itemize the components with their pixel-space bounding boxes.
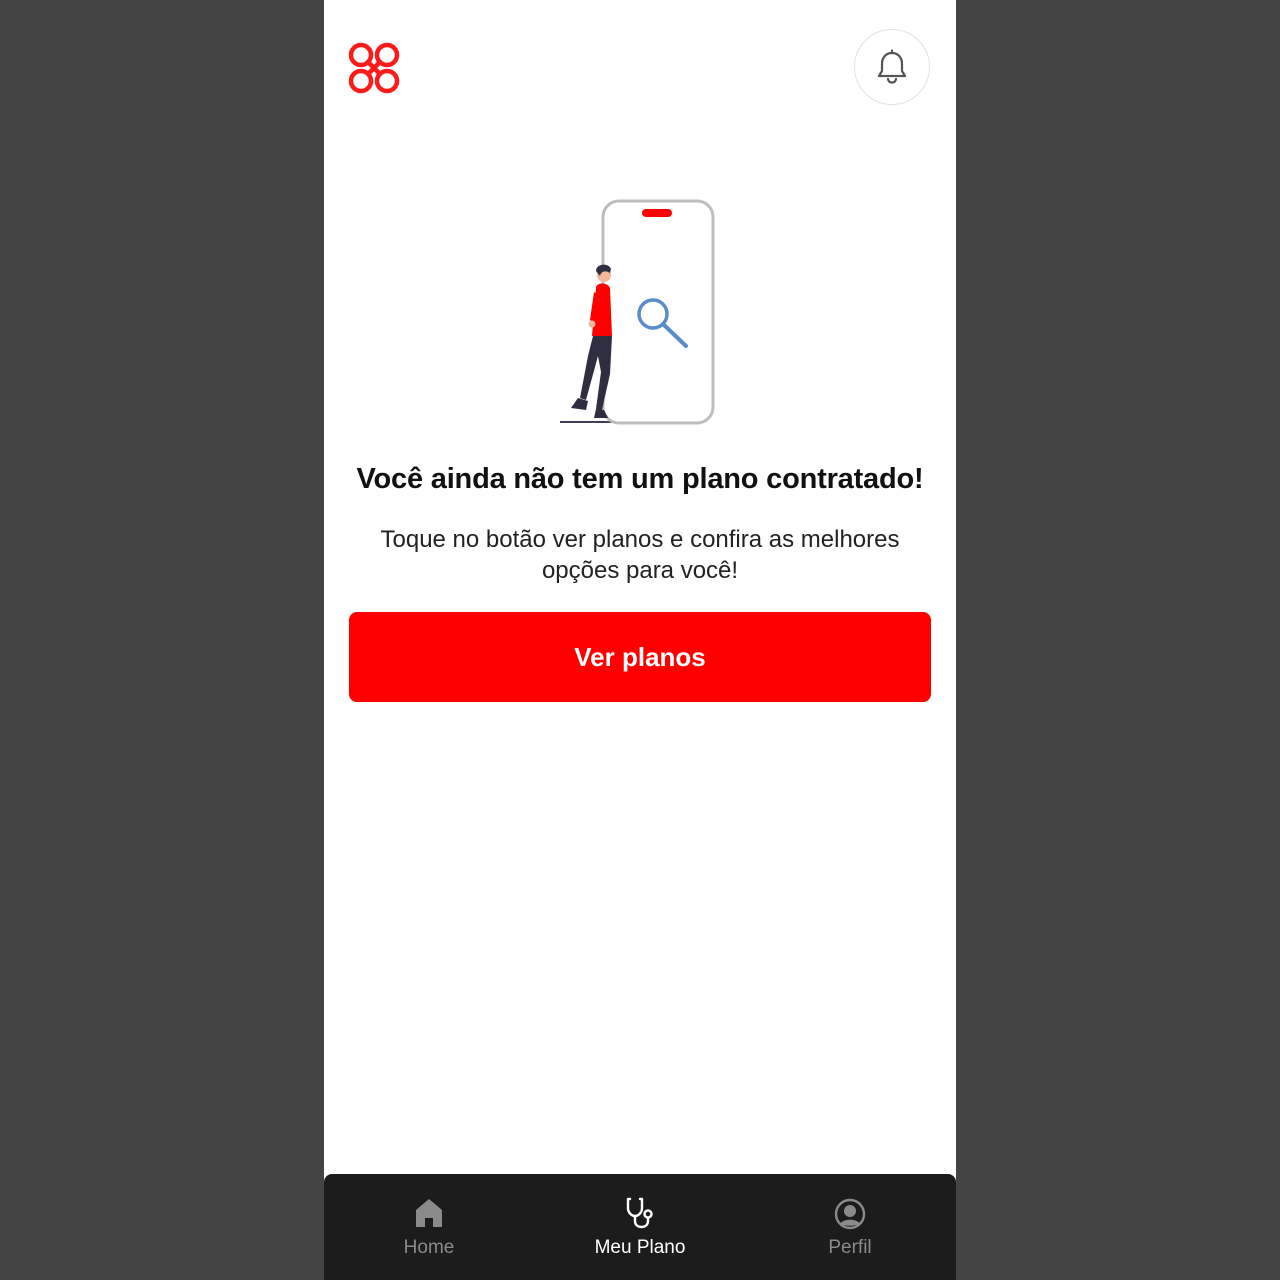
nav-item-profile[interactable]: Perfil	[770, 1174, 930, 1280]
empty-state-illustration	[558, 196, 718, 428]
user-circle-icon	[834, 1198, 866, 1230]
bottom-navigation: Home Meu Plano Perfil	[324, 1174, 956, 1280]
empty-state-title: Você ainda não tem um plano contratado!	[356, 463, 924, 495]
nav-item-label: Perfil	[828, 1237, 872, 1258]
brand-logo	[346, 40, 402, 96]
view-plans-button[interactable]: Ver planos	[349, 612, 931, 702]
stethoscope-icon	[626, 1197, 653, 1229]
notifications-button[interactable]	[854, 29, 930, 105]
bell-icon	[877, 49, 907, 84]
infinity-cross-logo-icon	[348, 42, 400, 94]
nav-item-label: Meu Plano	[594, 1237, 686, 1258]
nav-item-home[interactable]: Home	[349, 1174, 509, 1280]
app-screen: Você ainda não tem um plano contratado! …	[324, 0, 956, 1280]
empty-state-subtitle: Toque no botão ver planos e confira as m…	[380, 526, 900, 584]
person-phone-search-icon	[560, 199, 715, 425]
nav-item-my-plan[interactable]: Meu Plano	[560, 1174, 720, 1280]
home-icon	[416, 1199, 442, 1227]
nav-item-label: Home	[403, 1237, 455, 1258]
